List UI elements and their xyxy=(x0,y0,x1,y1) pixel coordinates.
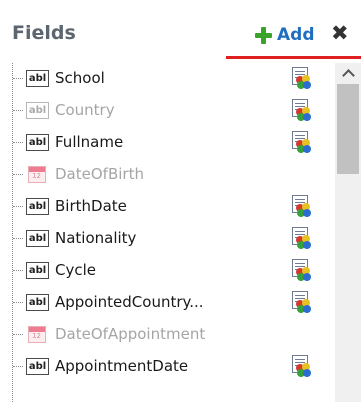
field-row[interactable]: abl Cycle xyxy=(13,255,335,287)
field-row[interactable]: abl AppointmentDate xyxy=(13,351,335,383)
tree-connector xyxy=(13,334,23,335)
tree-connector xyxy=(13,78,23,79)
scrollbar-thumb[interactable] xyxy=(337,84,359,174)
tree-connector xyxy=(13,142,23,143)
tree-connector xyxy=(13,174,23,175)
field-label: School xyxy=(55,69,105,87)
field-row[interactable]: abl BirthDate xyxy=(13,191,335,223)
add-button-label: Add xyxy=(277,25,315,45)
text-field-icon: abl xyxy=(26,198,49,215)
field-row[interactable]: abl School xyxy=(13,63,335,95)
report-icon[interactable] xyxy=(292,99,311,121)
field-label: Fullname xyxy=(55,133,124,151)
calendar-icon xyxy=(28,166,46,183)
field-label: AppointedCountry... xyxy=(55,293,204,311)
report-icon[interactable] xyxy=(292,355,311,377)
scroll-up-arrow-icon[interactable] xyxy=(335,63,361,83)
panel-title: Fields xyxy=(12,22,76,44)
report-icon[interactable] xyxy=(292,259,311,281)
report-icon[interactable] xyxy=(292,195,311,217)
tree-connector xyxy=(13,302,23,303)
field-label: AppointmentDate xyxy=(55,357,189,375)
field-row[interactable]: abl Nationality xyxy=(13,223,335,255)
field-row[interactable]: DateOfBirth xyxy=(13,159,335,191)
field-label: Cycle xyxy=(55,261,96,279)
field-row[interactable]: abl Country xyxy=(13,95,335,127)
field-label: Country xyxy=(55,101,115,119)
close-icon[interactable]: ✖ xyxy=(331,20,349,46)
text-field-icon: abl xyxy=(26,294,49,311)
tree-connector xyxy=(13,238,23,239)
text-field-icon: abl xyxy=(26,102,49,119)
tree-connector xyxy=(13,206,23,207)
vertical-scrollbar[interactable] xyxy=(335,63,361,402)
tree-connector xyxy=(13,366,23,367)
tree-connector xyxy=(13,270,23,271)
report-icon[interactable] xyxy=(292,67,311,89)
field-label: DateOfAppointment xyxy=(55,325,206,343)
report-icon[interactable] xyxy=(292,291,311,313)
plus-icon xyxy=(255,26,272,44)
add-field-button[interactable]: Add xyxy=(255,22,315,48)
field-label: Nationality xyxy=(55,229,137,247)
text-field-icon: abl xyxy=(26,230,49,247)
calendar-icon xyxy=(28,326,46,343)
field-label: DateOfBirth xyxy=(55,165,144,183)
active-underline xyxy=(226,56,361,59)
text-field-icon: abl xyxy=(26,358,49,375)
field-row[interactable]: abl Fullname xyxy=(13,127,335,159)
field-label: BirthDate xyxy=(55,197,127,215)
field-row[interactable]: abl AppointedCountry... xyxy=(13,287,335,319)
field-row[interactable]: DateOfAppointment xyxy=(13,319,335,351)
text-field-icon: abl xyxy=(26,134,49,151)
report-icon[interactable] xyxy=(292,227,311,249)
fields-panel: abl School abl Country abl Fullname DateOfBirt… xyxy=(12,63,361,402)
report-icon[interactable] xyxy=(292,131,311,153)
text-field-icon: abl xyxy=(26,262,49,279)
fields-header: Fields Add ✖ xyxy=(0,0,361,59)
text-field-icon: abl xyxy=(26,70,49,87)
field-tree-list: abl School abl Country abl Fullname DateOfBirt… xyxy=(12,63,334,402)
tree-connector xyxy=(13,110,23,111)
